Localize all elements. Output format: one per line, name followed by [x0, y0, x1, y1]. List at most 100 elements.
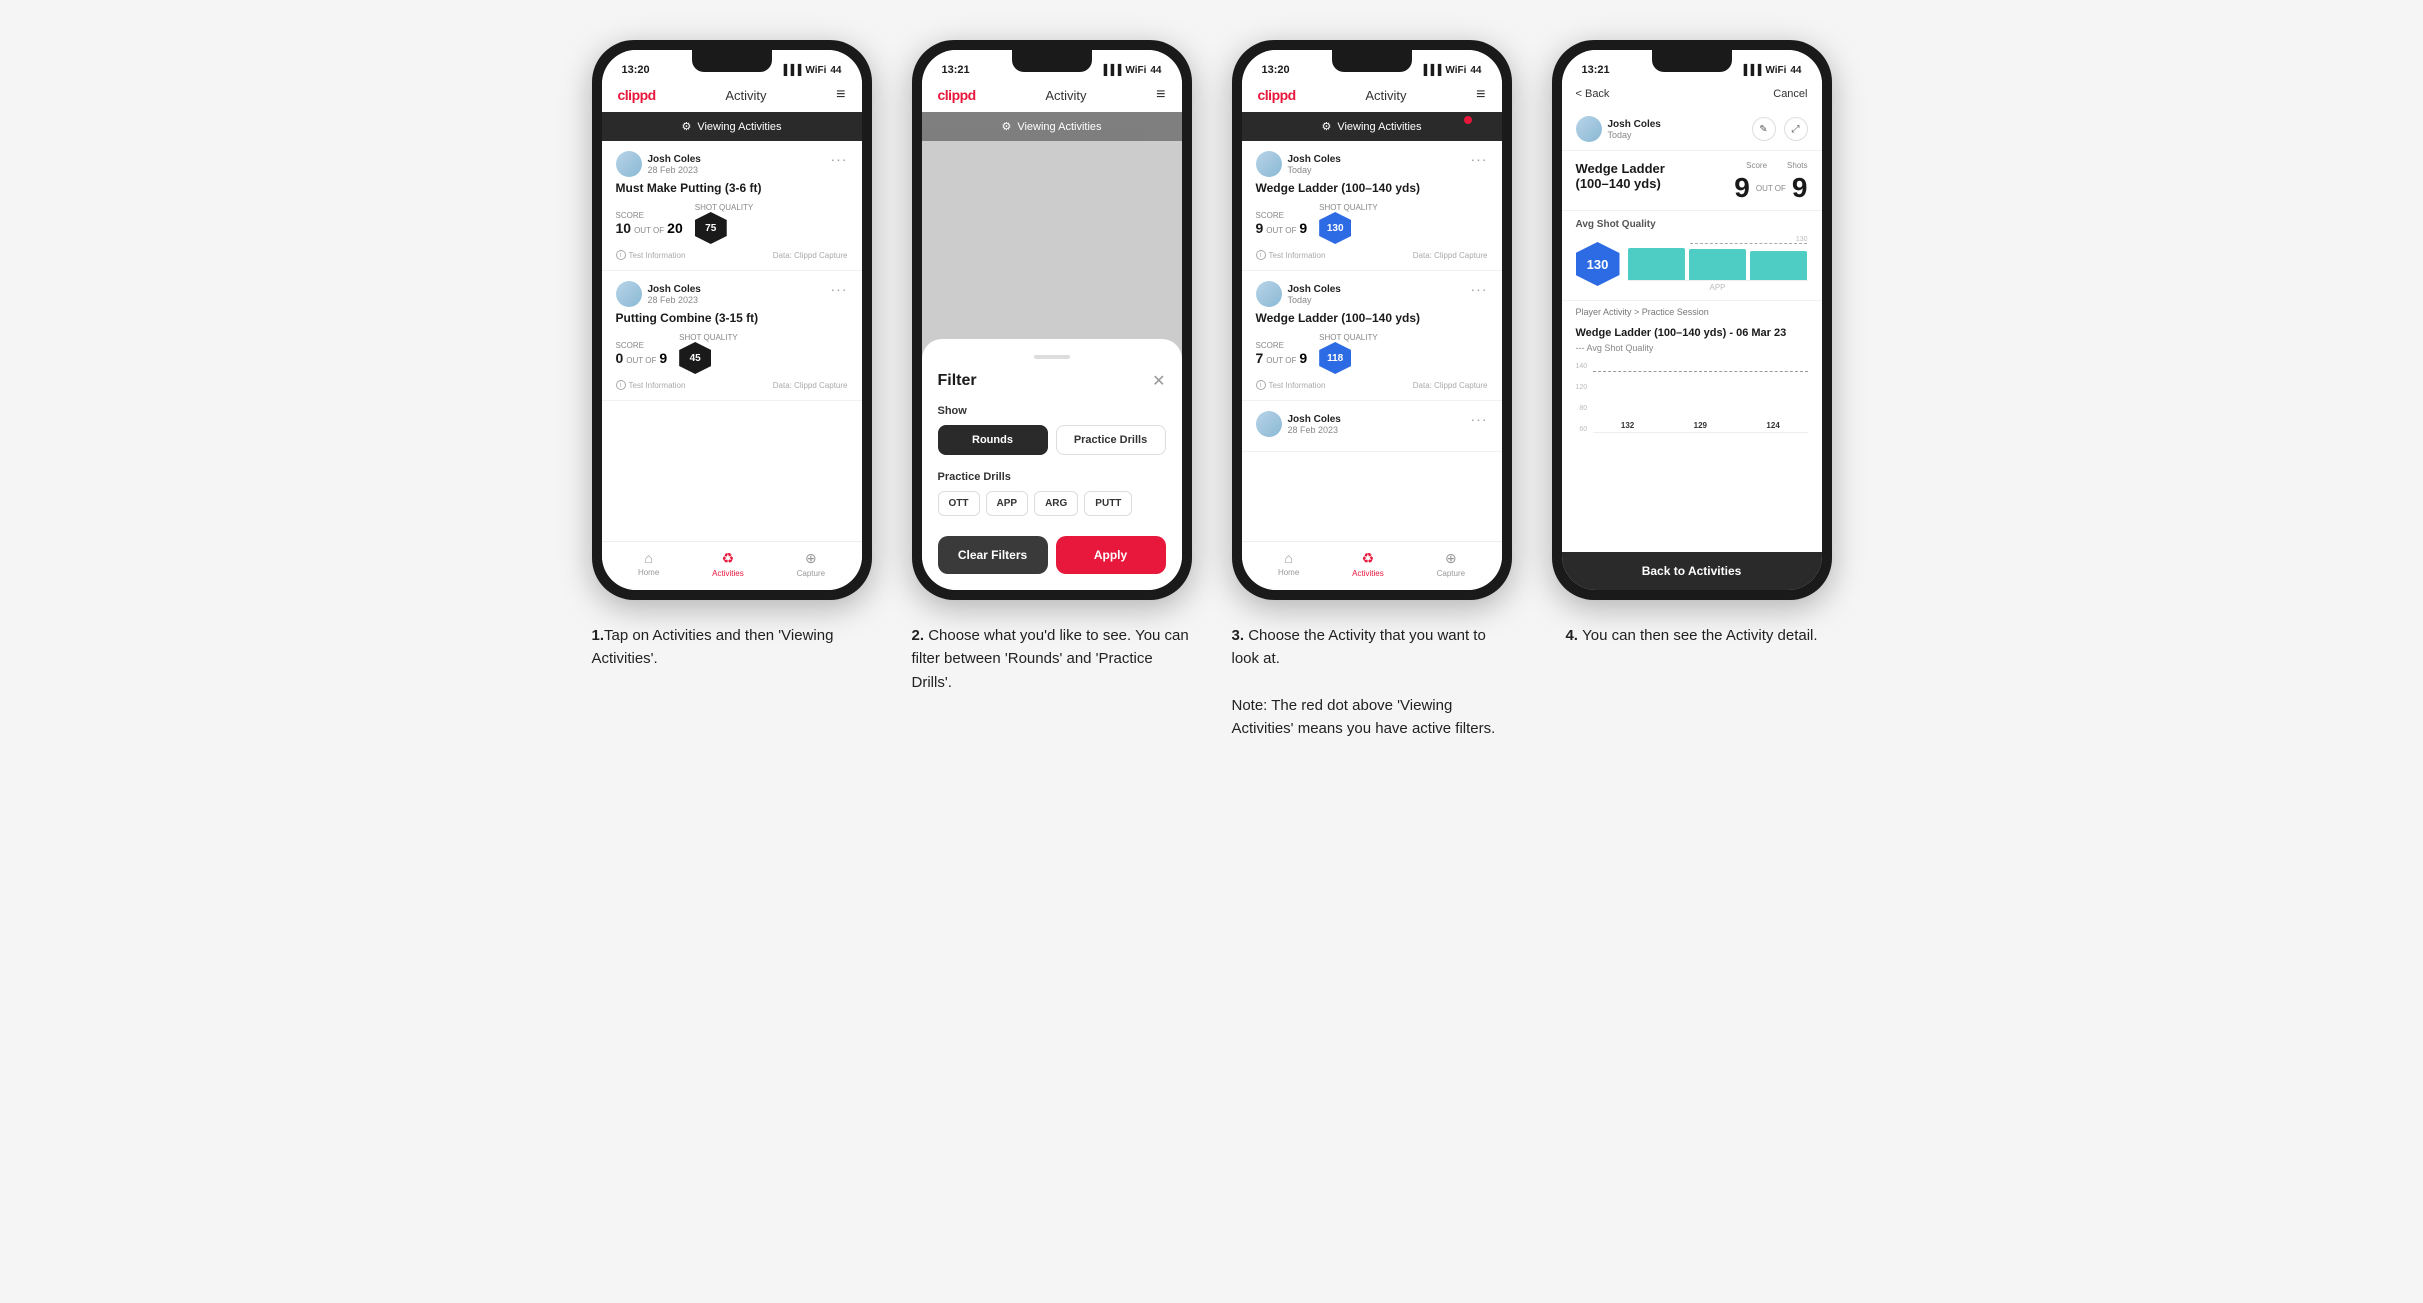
user-text-3-3: Josh Coles 28 Feb 2023: [1288, 414, 1341, 435]
hamburger-icon-1[interactable]: ≡: [836, 86, 845, 104]
activity-card-3-2[interactable]: Josh Coles Today ··· Wedge Ladder (100–1…: [1242, 271, 1502, 401]
detail-icons-4: ✎ ⤢: [1752, 117, 1808, 141]
avatar-4: [1576, 116, 1602, 142]
chart-x-label-4: APP: [1628, 283, 1808, 292]
tag-app[interactable]: APP: [986, 491, 1029, 516]
chart-bars-4: [1628, 244, 1808, 281]
y-label-140: 140: [1576, 363, 1588, 370]
cancel-button-4[interactable]: Cancel: [1773, 88, 1807, 100]
apply-button[interactable]: Apply: [1056, 536, 1166, 574]
viewing-banner-2[interactable]: ⚙ Viewing Activities: [922, 112, 1182, 141]
nav-home-1[interactable]: ⌂ Home: [638, 550, 659, 578]
data-capture-3-1: Data: Clippd Capture: [1413, 251, 1488, 260]
avatar-1-2: [616, 281, 642, 307]
card-header-3-1: Josh Coles Today ···: [1256, 151, 1488, 177]
user-name-1-1: Josh Coles: [648, 154, 701, 165]
nav-activities-3[interactable]: ♻ Activities: [1352, 550, 1384, 578]
hamburger-icon-3[interactable]: ≡: [1476, 86, 1485, 104]
activity-sub-sub-4: --- Avg Shot Quality: [1562, 343, 1822, 357]
user-date-3-2: Today: [1288, 295, 1341, 305]
phone-3-inner: 13:20 ▐▐▐ WiFi 44 clippd Activity ≡ ⚙ Vi…: [1242, 50, 1502, 590]
user-text-3-2: Josh Coles Today: [1288, 284, 1341, 305]
nav-bar-2: clippd Activity ≡: [922, 82, 1182, 112]
hamburger-icon-2[interactable]: ≡: [1156, 86, 1165, 104]
detail-user-row-4: Josh Coles Today ✎ ⤢: [1562, 108, 1822, 151]
toggle-row: Rounds Practice Drills: [938, 425, 1166, 455]
user-text-3-1: Josh Coles Today: [1288, 154, 1341, 175]
drill-name-1-2: Putting Combine (3-15 ft): [616, 311, 848, 325]
modal-header: Filter ✕: [938, 371, 1166, 391]
settings-icon-2: ⚙: [1001, 120, 1011, 133]
info-icon-3-1: i: [1256, 250, 1266, 260]
back-to-activities-button-4[interactable]: Back to Activities: [1562, 552, 1822, 590]
stat-block-score-3-1: Score 9 OUT OF 9: [1256, 211, 1308, 236]
out-of-1-1: OUT OF: [634, 226, 664, 235]
bar-item-4-1: 132: [1593, 421, 1662, 432]
card-footer-1-2: i Test Information Data: Clippd Capture: [616, 380, 848, 390]
user-name-4: Josh Coles: [1608, 119, 1661, 130]
signal-icon-3: ▐▐▐: [1420, 65, 1441, 76]
activity-card-1-1[interactable]: Josh Coles 28 Feb 2023 ··· Must Make Put…: [602, 141, 862, 271]
cards-scroll-3: Josh Coles Today ··· Wedge Ladder (100–1…: [1242, 141, 1502, 541]
signal-icon-2: ▐▐▐: [1100, 65, 1121, 76]
tag-arg-label: ARG: [1045, 498, 1067, 509]
y-label-120: 120: [1576, 384, 1588, 391]
score-val-1-2: 0: [616, 350, 624, 366]
nav-capture-1[interactable]: ⊕ Capture: [797, 550, 825, 578]
nav-capture-label-1: Capture: [797, 569, 825, 578]
three-dots-3-2[interactable]: ···: [1471, 281, 1488, 297]
modal-close-icon[interactable]: ✕: [1152, 371, 1165, 391]
viewing-banner-1[interactable]: ⚙ Viewing Activities: [602, 112, 862, 141]
player-activity-text-4: Player Activity > Practice Session: [1576, 307, 1709, 317]
user-info-4: Josh Coles Today: [1576, 116, 1661, 142]
nav-activities-1[interactable]: ♻ Activities: [712, 550, 744, 578]
bar-val-4-3: 124: [1766, 421, 1779, 430]
card-header-1-2: Josh Coles 28 Feb 2023 ···: [616, 281, 848, 307]
clear-filters-button[interactable]: Clear Filters: [938, 536, 1048, 574]
nav-capture-3[interactable]: ⊕ Capture: [1437, 550, 1465, 578]
y-axis-4: 140 120 80 60: [1576, 363, 1588, 433]
score-val-1-1: 10: [616, 220, 632, 236]
big-shots-4: 9: [1792, 172, 1808, 204]
activity-card-3-1[interactable]: Josh Coles Today ··· Wedge Ladder (100–1…: [1242, 141, 1502, 271]
activity-card-1-2[interactable]: Josh Coles 28 Feb 2023 ··· Putting Combi…: [602, 271, 862, 401]
status-time-4: 13:21: [1582, 64, 1610, 76]
tag-putt[interactable]: PUTT: [1084, 491, 1132, 516]
viewing-banner-3[interactable]: ⚙ Viewing Activities: [1242, 112, 1502, 141]
user-text-4: Josh Coles Today: [1608, 119, 1661, 140]
viewing-banner-text-2: Viewing Activities: [1017, 121, 1101, 133]
y-label-60: 60: [1576, 426, 1588, 433]
nav-bar-3: clippd Activity ≡: [1242, 82, 1502, 112]
phone-notch-1: [692, 50, 772, 72]
nav-home-3[interactable]: ⌂ Home: [1278, 550, 1299, 578]
viewing-banner-text-3: Viewing Activities: [1337, 121, 1421, 133]
three-dots-3-1[interactable]: ···: [1471, 151, 1488, 167]
toggle-rounds[interactable]: Rounds: [938, 425, 1048, 455]
edit-icon-4[interactable]: ✎: [1752, 117, 1776, 141]
step-num-3: 3.: [1232, 627, 1249, 644]
tag-ott[interactable]: OTT: [938, 491, 980, 516]
status-time-1: 13:20: [622, 64, 650, 76]
shots-val-1-2: 9: [659, 350, 667, 366]
nav-activities-label-1: Activities: [712, 569, 744, 578]
expand-icon-4[interactable]: ⤢: [1784, 117, 1808, 141]
drill-title-4: Wedge Ladder(100–140 yds): [1576, 161, 1725, 191]
user-info-1-2: Josh Coles 28 Feb 2023: [616, 281, 701, 307]
three-dots-1-1[interactable]: ···: [831, 151, 848, 167]
three-dots-3-3[interactable]: ···: [1471, 411, 1488, 427]
activity-card-3-3[interactable]: Josh Coles 28 Feb 2023 ···: [1242, 401, 1502, 452]
back-button-4[interactable]: < Back: [1576, 88, 1610, 100]
stat-block-score-1-1: Score 10 OUT OF 20: [616, 211, 683, 236]
nav-title-2: Activity: [1045, 88, 1086, 103]
shots-val-3-2: 9: [1299, 350, 1307, 366]
tag-arg[interactable]: ARG: [1034, 491, 1078, 516]
drill-name-1-1: Must Make Putting (3-6 ft): [616, 181, 848, 195]
bar-chart-area-4: 130 APP: [1628, 236, 1808, 292]
three-dots-1-2[interactable]: ···: [831, 281, 848, 297]
quality-hex-3-1: 130: [1319, 212, 1351, 244]
quality-hex-4: 130: [1576, 242, 1620, 286]
toggle-practice[interactable]: Practice Drills: [1056, 425, 1166, 455]
bar-item-4-3: 124: [1739, 421, 1808, 432]
chart-section-4: Avg Shot Quality 130 130: [1562, 211, 1822, 300]
nav-home-label-3: Home: [1278, 568, 1299, 577]
